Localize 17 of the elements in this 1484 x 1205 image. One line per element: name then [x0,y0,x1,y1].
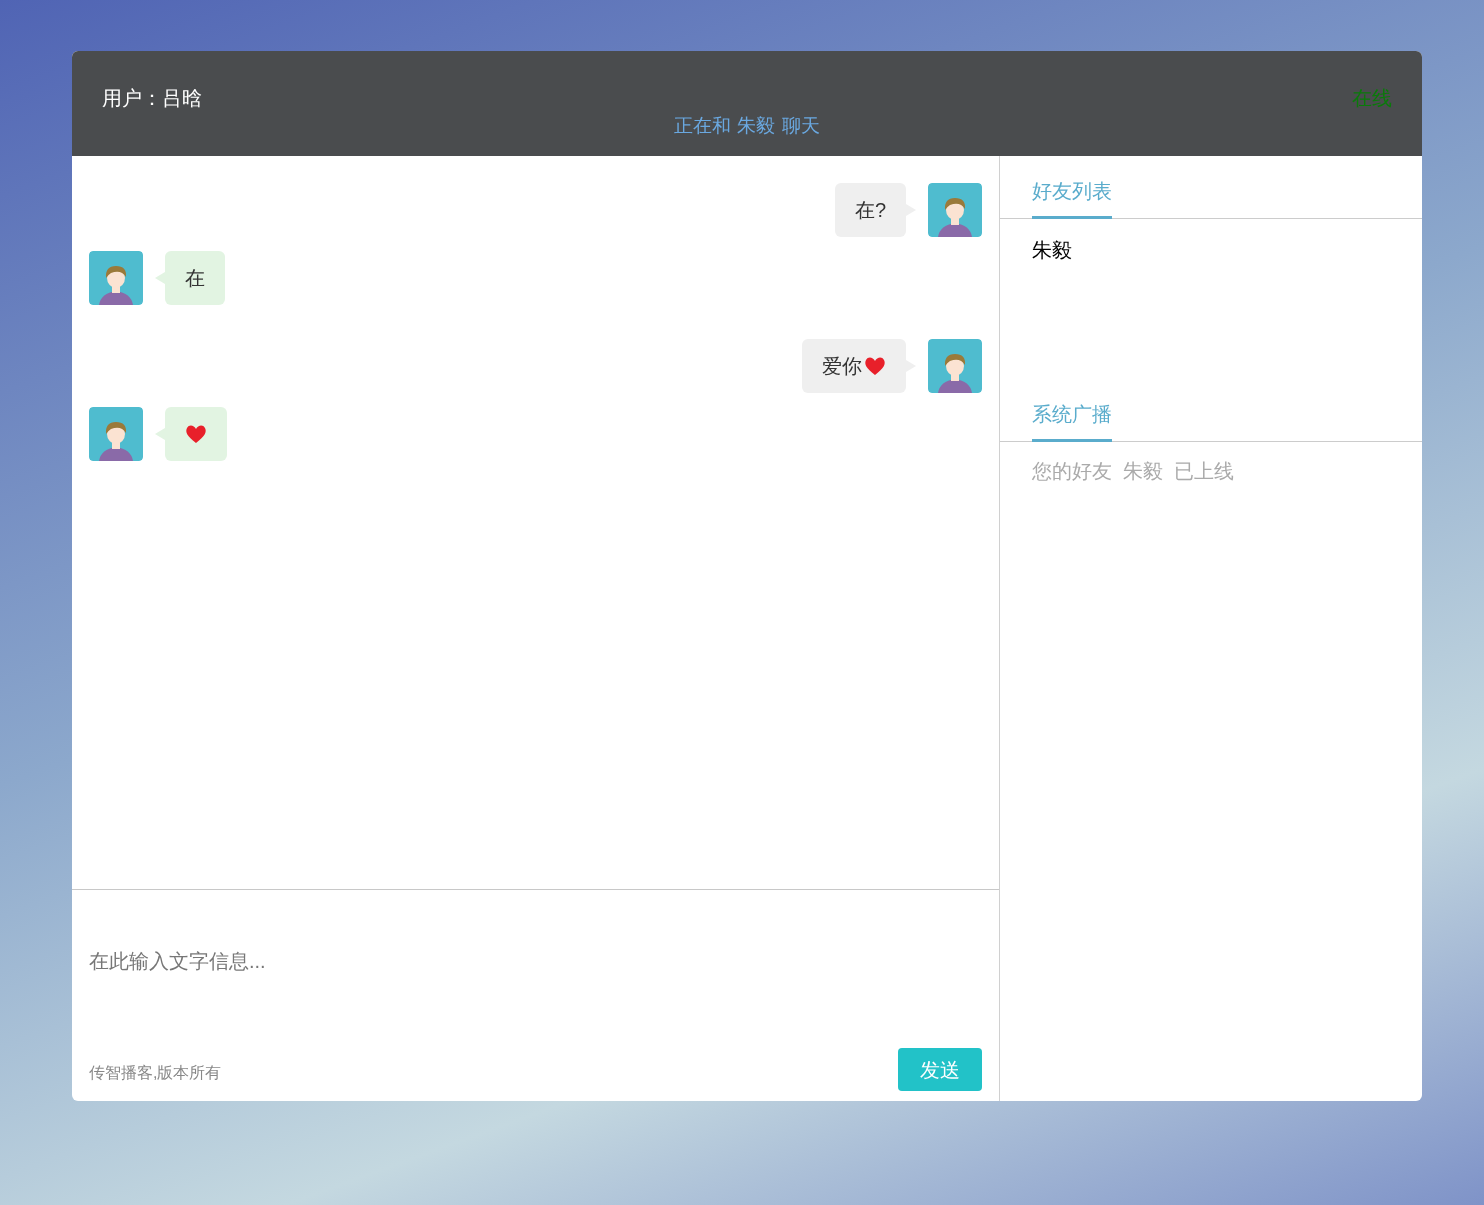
avatar-icon [89,251,143,305]
avatar-icon [928,183,982,237]
online-status: 在线 [1352,86,1392,111]
avatar-icon [89,407,143,461]
friend-name[interactable]: 朱毅 [1032,235,1390,265]
avatar-icon [928,339,982,393]
broadcast-message: 您的好友 朱毅 已上线 [1032,459,1236,484]
chat-partner-title: 正在和 朱毅 聊天 [673,113,821,138]
system-broadcast-tab[interactable]: 系统广播 [1032,399,1112,442]
copyright-text: 传智播客,版本所有 [89,1063,222,1083]
heart-icon [864,356,886,376]
send-button[interactable]: 发送 [898,1048,982,1091]
message-input[interactable]: 在此输入文字信息... [89,946,789,976]
heart-icon [185,424,207,444]
user-name: 用户：吕晗 [102,86,202,111]
friends-list-tab[interactable]: 好友列表 [1032,176,1112,219]
bubble-tail [155,272,165,284]
